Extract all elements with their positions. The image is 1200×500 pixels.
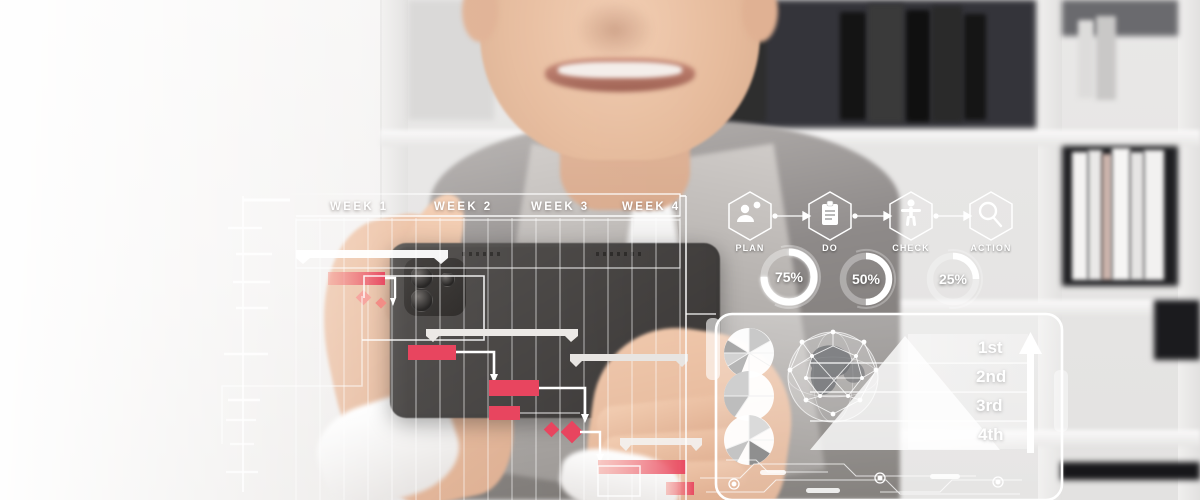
- light-wash: [0, 0, 1200, 500]
- screenshot-canvas: WEEK 1 WEEK 2 WEEK 3 WEEK 4 PLAN DO CHEC…: [0, 0, 1200, 500]
- background-photo: [0, 0, 1200, 500]
